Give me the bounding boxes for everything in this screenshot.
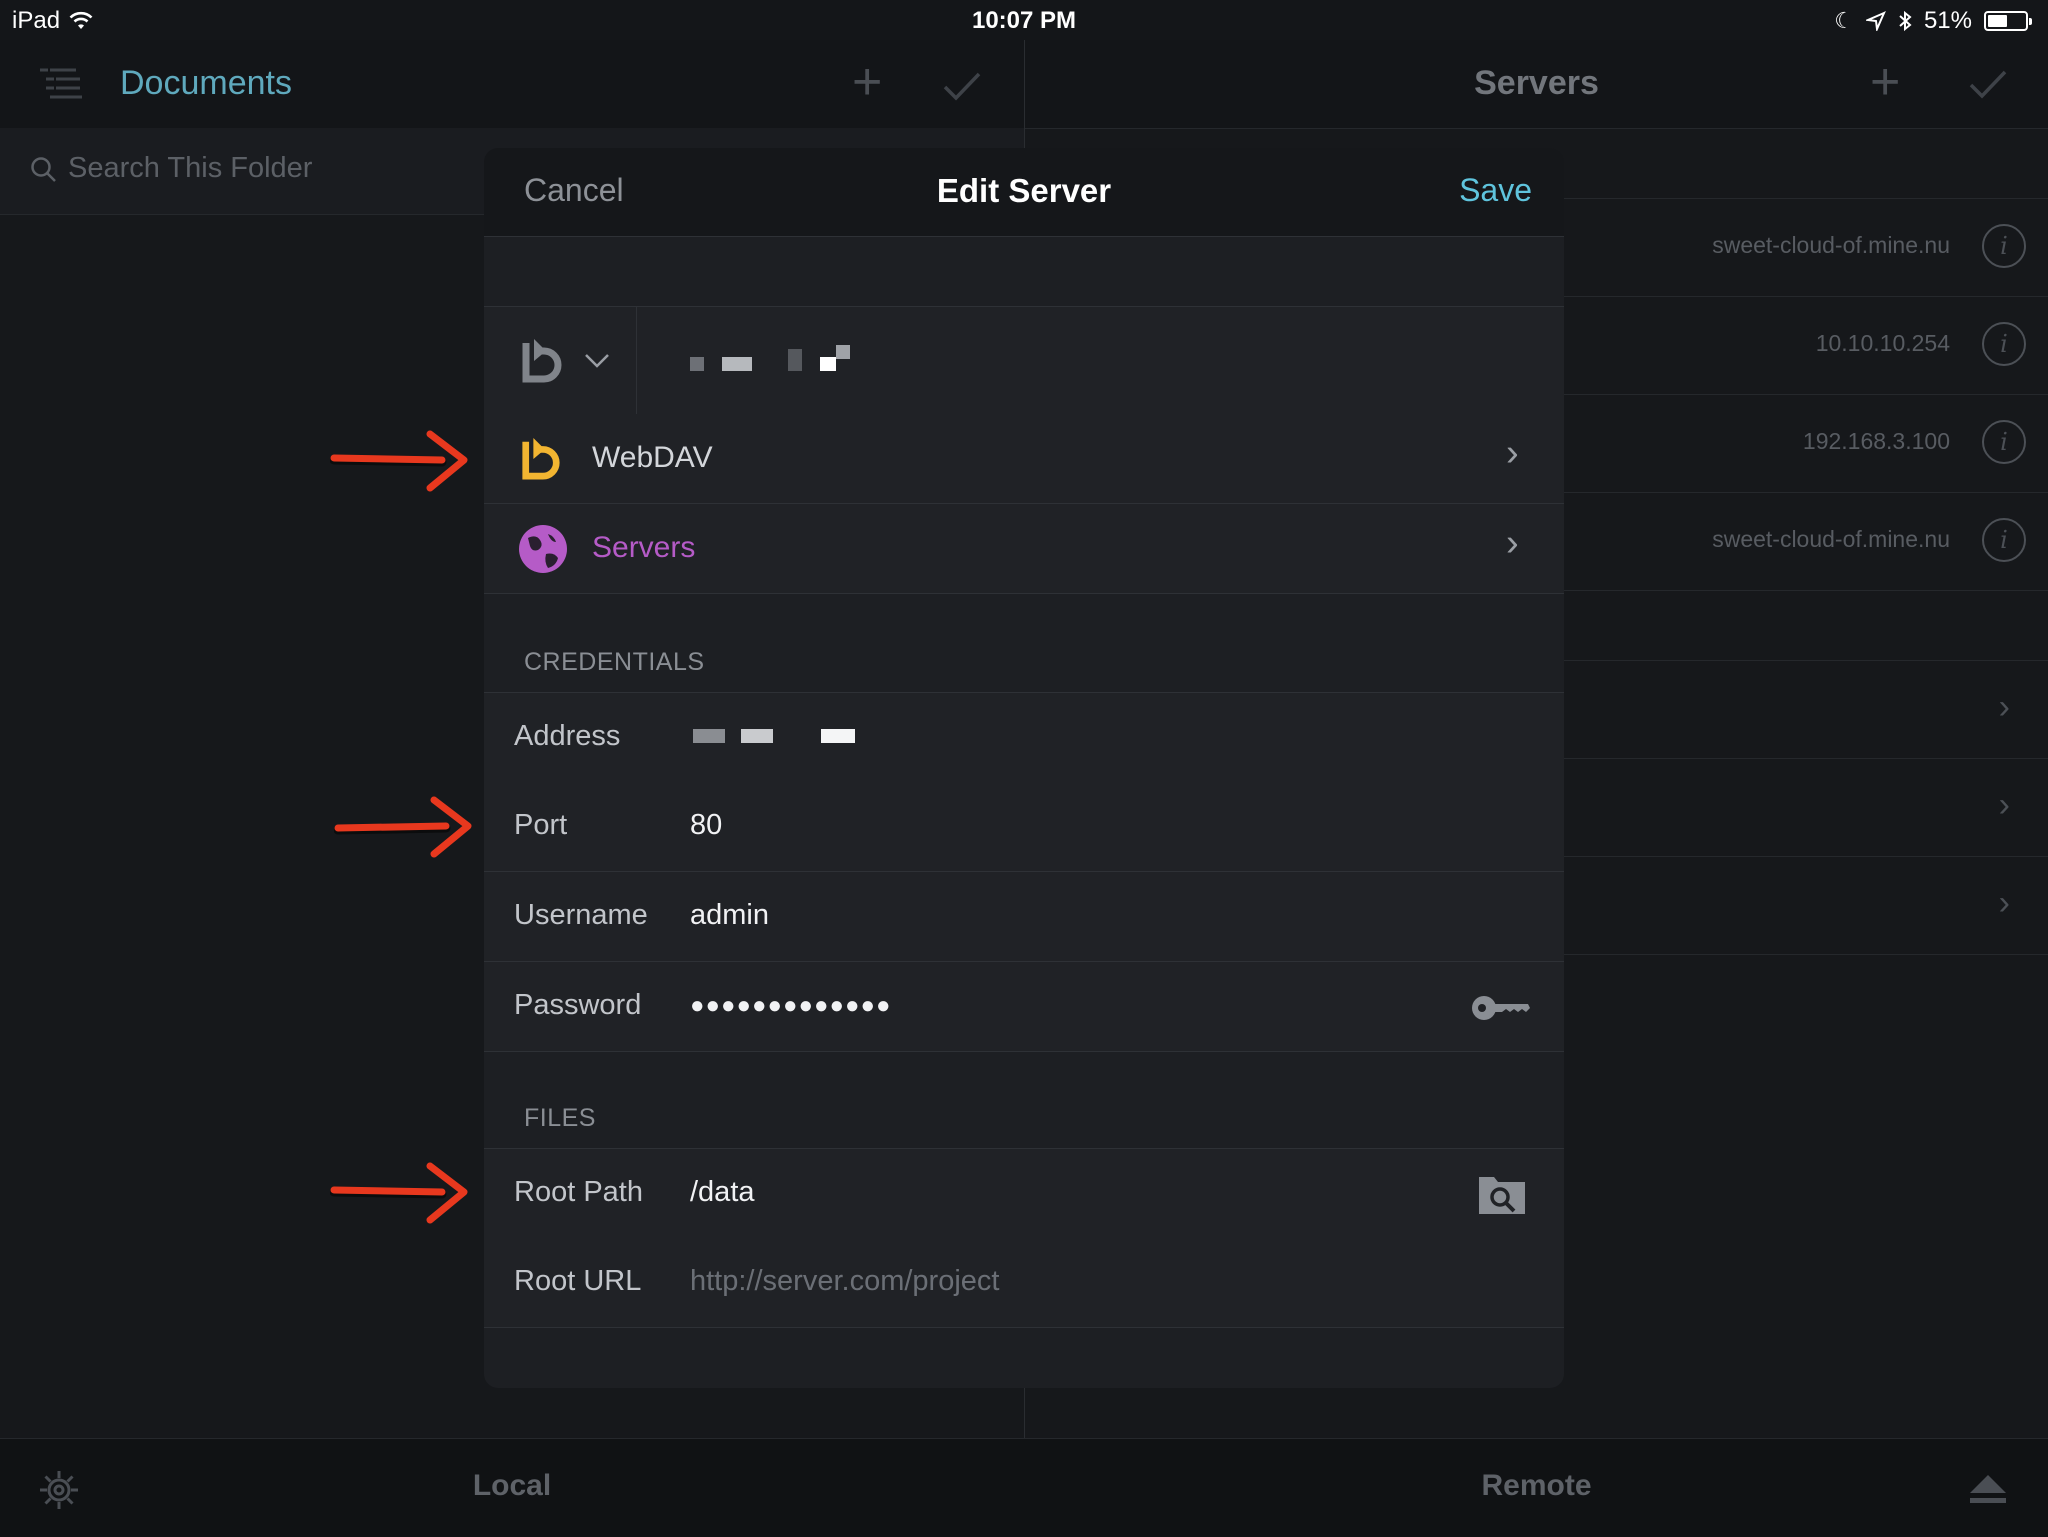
port-field[interactable]: 80 bbox=[690, 809, 722, 842]
search-input[interactable]: Search This Folder bbox=[68, 152, 312, 185]
chevron-right-icon: › bbox=[1506, 432, 1519, 474]
username-label: Username bbox=[514, 899, 648, 931]
chevron-right-icon: › bbox=[1998, 688, 2010, 726]
checkmark-icon[interactable] bbox=[1968, 68, 2008, 100]
server-group-row[interactable]: Servers › bbox=[484, 504, 1564, 594]
add-document-icon[interactable]: + bbox=[852, 56, 882, 108]
webdav-icon bbox=[522, 437, 560, 480]
moon-icon: ☾ bbox=[1834, 8, 1854, 33]
battery-percent: 51% bbox=[1923, 7, 1972, 34]
sort-list-icon[interactable] bbox=[36, 64, 84, 104]
add-server-icon[interactable]: + bbox=[1870, 56, 1900, 108]
chevron-right-icon: › bbox=[1998, 884, 2010, 922]
root-url-row[interactable]: Root URL http://server.com/project bbox=[484, 1238, 1564, 1328]
root-path-label: Root Path bbox=[514, 1176, 643, 1208]
globe-icon bbox=[519, 525, 567, 573]
chevron-right-icon: › bbox=[1506, 522, 1519, 564]
root-path-field[interactable]: /data bbox=[690, 1176, 755, 1209]
chevron-down-icon bbox=[585, 354, 609, 368]
password-row[interactable]: Password ●●●●●●●●●●●●● bbox=[484, 962, 1564, 1052]
server-host: 10.10.10.254 bbox=[1815, 330, 1950, 356]
annotation-arrow bbox=[330, 1162, 468, 1224]
clock: 10:07 PM bbox=[971, 7, 1077, 34]
eject-icon[interactable] bbox=[1968, 1473, 2008, 1505]
server-group-label: Servers bbox=[592, 531, 696, 564]
password-field[interactable]: ●●●●●●●●●●●●● bbox=[690, 992, 891, 1020]
info-icon[interactable]: i bbox=[1982, 224, 2026, 268]
info-icon[interactable]: i bbox=[1982, 322, 2026, 366]
modal-header: Cancel Edit Server Save bbox=[484, 148, 1564, 237]
servers-navbar: Servers + bbox=[1025, 40, 2048, 129]
tab-local[interactable]: Local bbox=[0, 1469, 1024, 1503]
location-icon bbox=[1865, 11, 1886, 31]
username-row[interactable]: Username admin bbox=[484, 872, 1564, 962]
username-field[interactable]: admin bbox=[690, 899, 769, 932]
edit-server-modal: Cancel Edit Server Save WebDAV › Servers… bbox=[484, 148, 1564, 1388]
modal-title: Edit Server bbox=[936, 172, 1112, 209]
root-url-label: Root URL bbox=[514, 1265, 642, 1297]
tab-remote[interactable]: Remote bbox=[1025, 1469, 2048, 1503]
save-button[interactable]: Save bbox=[1459, 172, 1532, 209]
checkmark-icon[interactable] bbox=[942, 70, 982, 102]
browse-folder-icon[interactable] bbox=[1478, 1171, 1526, 1215]
address-field[interactable] bbox=[693, 729, 863, 745]
credentials-header: CREDENTIALS bbox=[524, 648, 705, 676]
address-row[interactable]: Address bbox=[484, 692, 1564, 783]
battery-icon bbox=[1984, 11, 2032, 31]
documents-title: Documents bbox=[120, 64, 292, 102]
server-type-label: WebDAV bbox=[592, 441, 713, 474]
bluetooth-icon bbox=[1899, 10, 1912, 32]
server-name-field[interactable] bbox=[690, 345, 870, 375]
chevron-right-icon: › bbox=[1998, 786, 2010, 824]
key-icon[interactable] bbox=[1470, 992, 1532, 1024]
icon-picker[interactable] bbox=[484, 307, 637, 415]
status-bar: iPad 10:07 PM ☾ 51% bbox=[0, 0, 2048, 40]
annotation-arrow bbox=[330, 430, 468, 492]
root-path-row[interactable]: Root Path /data bbox=[484, 1148, 1564, 1239]
server-host: 192.168.3.100 bbox=[1802, 428, 1950, 454]
server-host: sweet-cloud-of.mine.nu bbox=[1712, 526, 1950, 552]
tab-bar: Local Remote bbox=[0, 1438, 2048, 1537]
port-label: Port bbox=[514, 809, 568, 841]
documents-navbar: Documents + bbox=[0, 40, 1024, 129]
root-url-field[interactable]: http://server.com/project bbox=[690, 1265, 999, 1298]
server-host: sweet-cloud-of.mine.nu bbox=[1712, 232, 1950, 258]
address-label: Address bbox=[514, 720, 621, 752]
server-name-row bbox=[484, 306, 1564, 416]
info-icon[interactable]: i bbox=[1982, 420, 2026, 464]
webdav-icon bbox=[522, 339, 562, 383]
server-type-row[interactable]: WebDAV › bbox=[484, 414, 1564, 504]
files-header: FILES bbox=[524, 1104, 596, 1132]
annotation-arrow bbox=[334, 796, 472, 858]
search-icon bbox=[31, 157, 56, 182]
info-icon[interactable]: i bbox=[1982, 518, 2026, 562]
password-label: Password bbox=[514, 989, 642, 1021]
port-row[interactable]: Port 80 bbox=[484, 782, 1564, 872]
